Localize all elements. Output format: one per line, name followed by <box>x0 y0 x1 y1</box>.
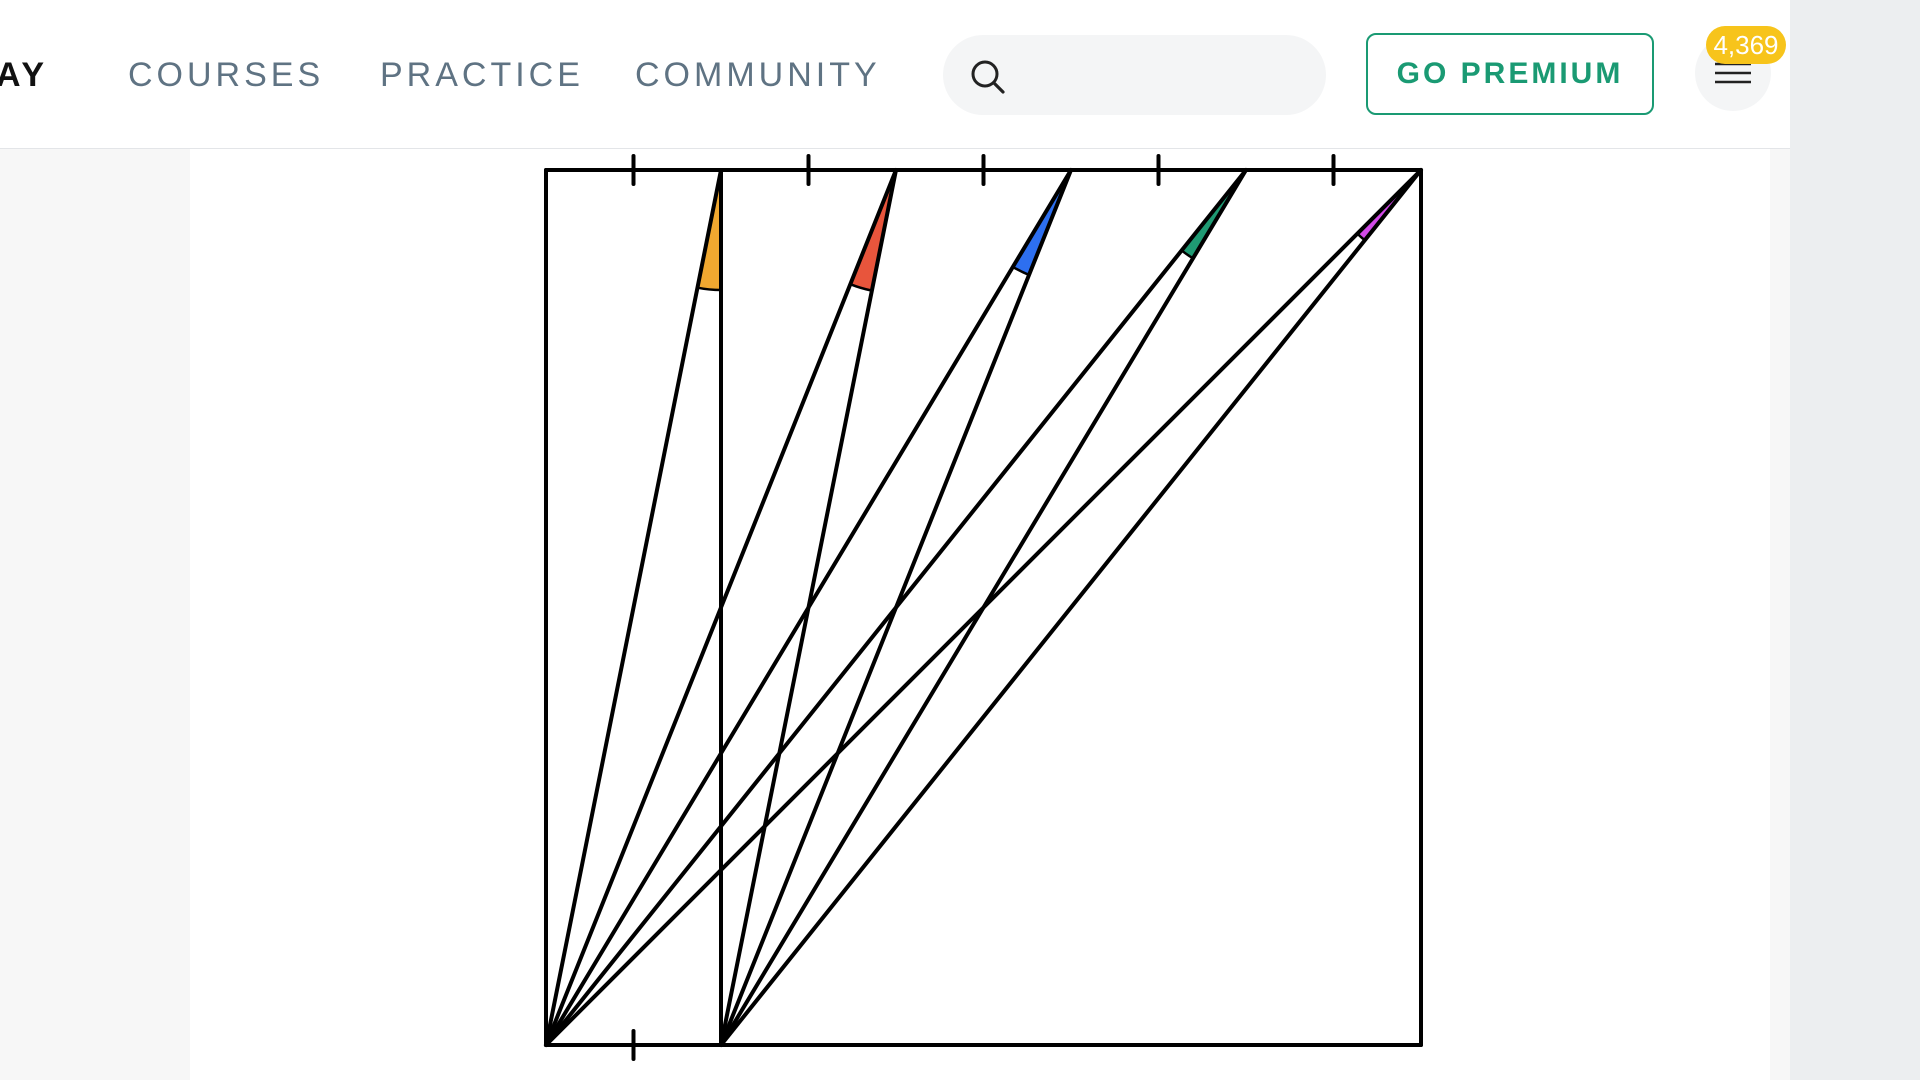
nav-item-today[interactable]: AY <box>0 56 48 95</box>
page-margin-right <box>1770 149 1790 1080</box>
go-premium-button[interactable]: GO PREMIUM <box>1366 33 1654 115</box>
ray-1-to-bottom-left <box>544 168 723 1047</box>
ray-5-to-bottom-mid <box>719 168 1423 1047</box>
nav-item-community[interactable]: COMMUNITY <box>635 56 881 95</box>
right-rail <box>1790 0 1920 1080</box>
points-badge: 4,369 <box>1706 26 1786 64</box>
diagram-lines <box>544 154 1423 1061</box>
search-icon <box>971 60 1005 94</box>
ray-4-to-bottom-left <box>544 168 1248 1047</box>
geometry-diagram <box>544 154 1423 1061</box>
top-nav-bar: AY COURSES PRACTICE COMMUNITY GO PREMIUM… <box>0 0 1790 149</box>
ray-3-to-bottom-left <box>544 168 1073 1047</box>
ray-5-to-bottom-left <box>544 168 1423 1047</box>
search-input[interactable] <box>1023 35 1307 117</box>
page-margin-left <box>0 149 190 1080</box>
search-bar[interactable] <box>943 35 1326 117</box>
nav-item-courses[interactable]: COURSES <box>128 56 324 95</box>
nav-item-practice[interactable]: PRACTICE <box>380 56 584 95</box>
